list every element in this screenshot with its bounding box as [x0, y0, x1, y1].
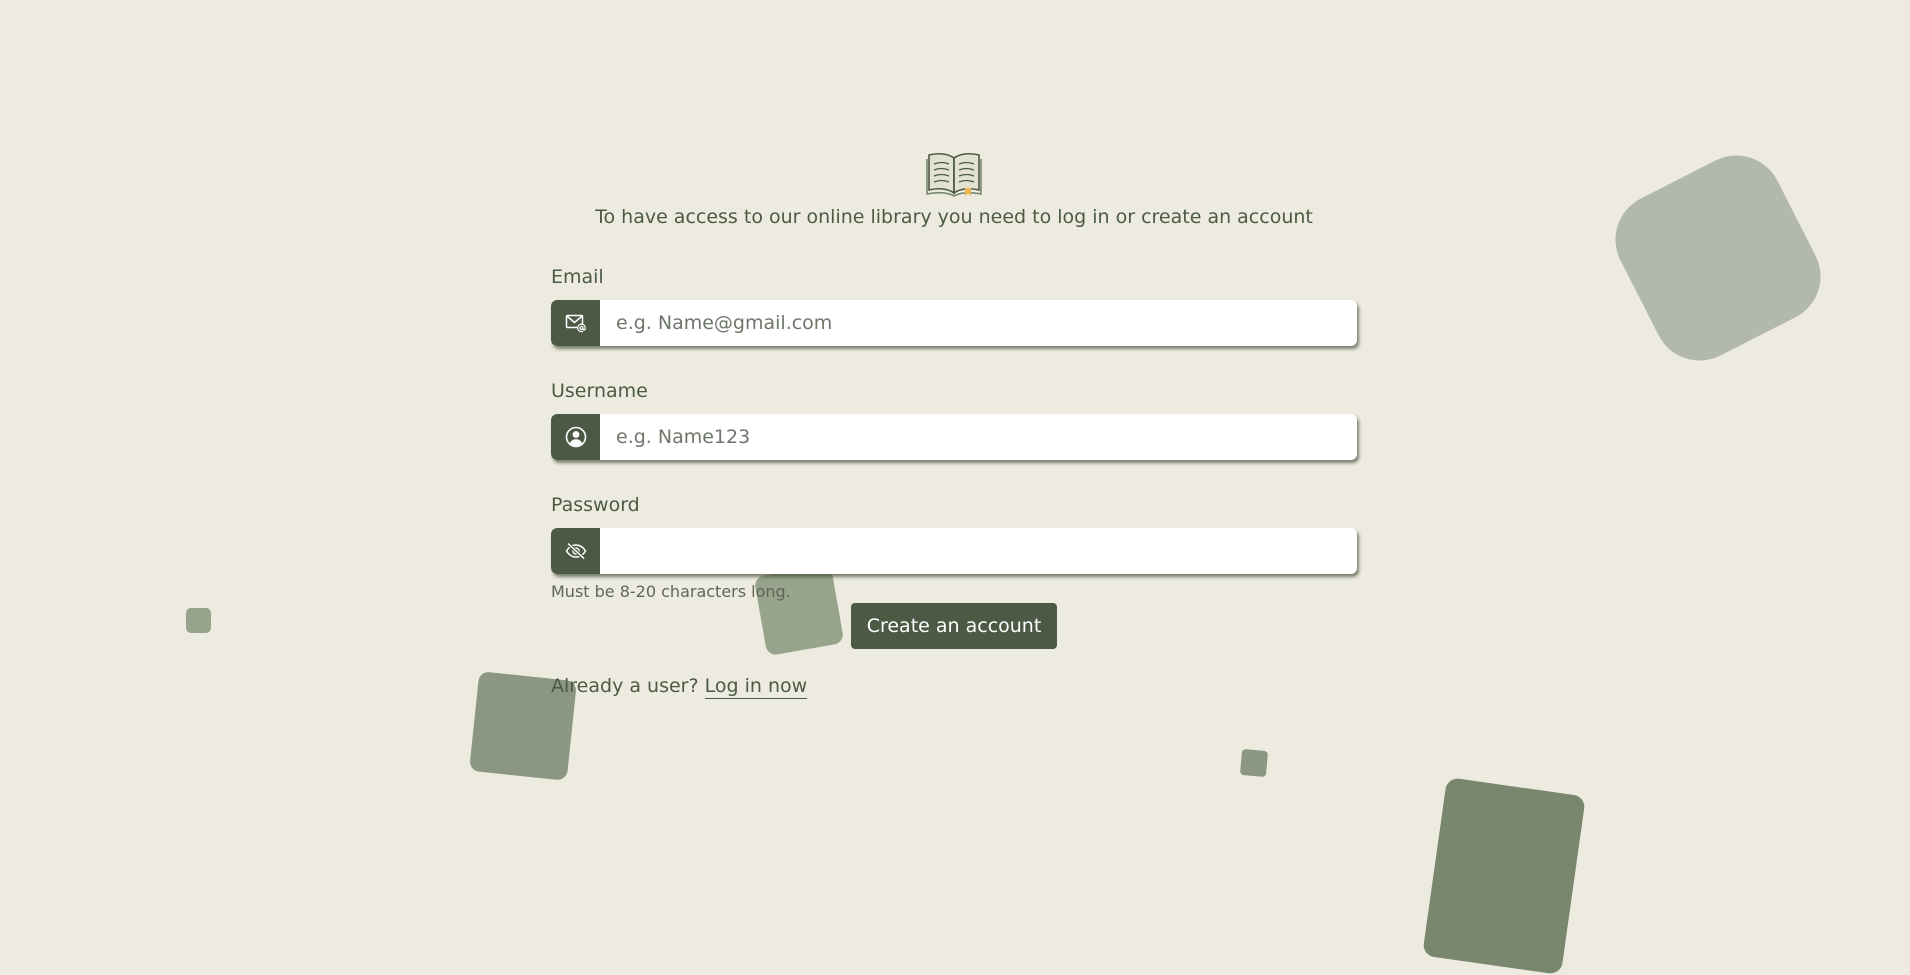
signup-form: To have access to our online library you… — [551, 150, 1357, 699]
password-input-group — [551, 528, 1357, 574]
email-input-group — [551, 300, 1357, 346]
username-input-group — [551, 414, 1357, 460]
create-account-button[interactable]: Create an account — [850, 603, 1058, 649]
email-label: Email — [551, 266, 604, 288]
password-label: Password — [551, 494, 640, 516]
password-hint: Must be 8-20 characters long. — [551, 582, 791, 601]
mail-at-icon — [551, 300, 600, 346]
login-prompt-text: Already a user? — [551, 675, 699, 697]
email-field[interactable] — [600, 300, 1357, 346]
log-in-link[interactable]: Log in now — [704, 675, 808, 699]
intro-text: To have access to our online library you… — [595, 206, 1313, 228]
decorative-square — [1422, 777, 1586, 975]
login-prompt: Already a user? Log in now — [551, 675, 1357, 699]
decorative-square — [1599, 139, 1837, 377]
open-book-icon — [926, 152, 982, 197]
eye-off-icon[interactable] — [551, 528, 600, 574]
username-field[interactable] — [600, 414, 1357, 460]
password-field[interactable] — [600, 528, 1357, 574]
decorative-square — [1239, 748, 1269, 778]
form-actions: Create an account — [551, 603, 1357, 649]
user-circle-icon — [551, 414, 600, 460]
username-label: Username — [551, 380, 648, 402]
decorative-square — [186, 608, 211, 633]
